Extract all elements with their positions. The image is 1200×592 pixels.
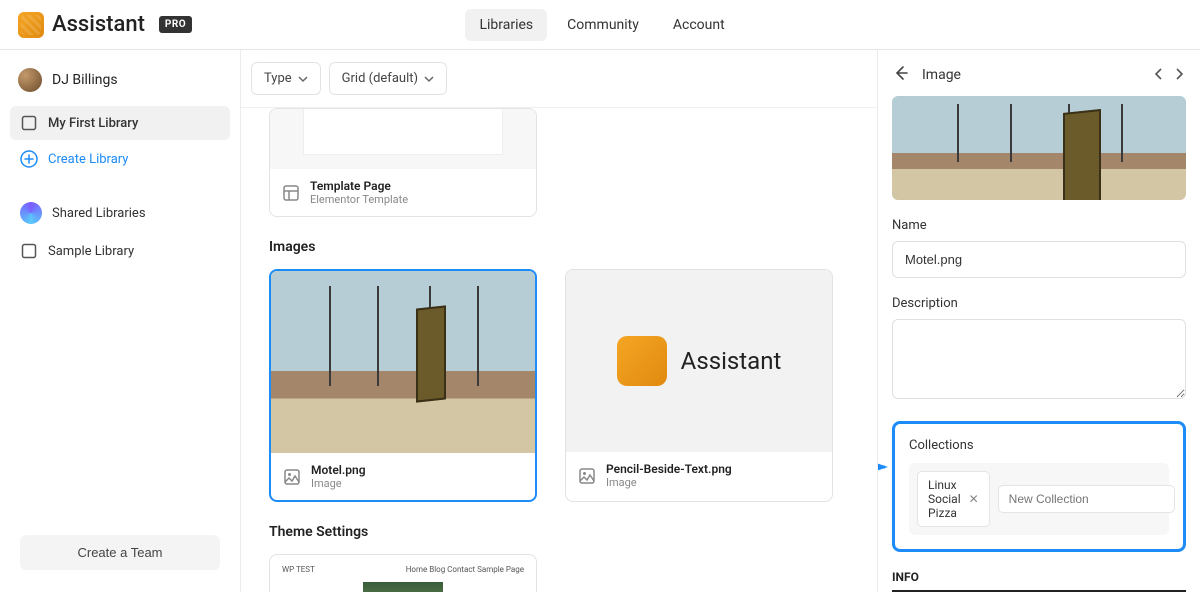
- image-logo-text: Assistant: [681, 347, 782, 375]
- dropdown-label: Grid (default): [342, 71, 418, 86]
- sidebar-item-create-library[interactable]: Create Library: [10, 142, 230, 176]
- details-breadcrumb: Image: [922, 67, 1140, 83]
- library-icon: [20, 114, 38, 132]
- sidebar-item-label: My First Library: [48, 116, 138, 131]
- template-card[interactable]: Template Page Elementor Template: [269, 108, 537, 217]
- collections-label: Collections: [909, 438, 1169, 453]
- new-collection-input[interactable]: [998, 485, 1175, 513]
- details-preview: [892, 96, 1186, 200]
- nav-account[interactable]: Account: [659, 9, 739, 41]
- image-thumb: Assistant: [566, 270, 832, 452]
- prev-button[interactable]: [1152, 66, 1166, 85]
- shared-icon: [20, 202, 42, 224]
- back-button[interactable]: [892, 64, 910, 86]
- chevron-down-icon: [298, 74, 308, 84]
- chevron-down-icon: [424, 74, 434, 84]
- create-team-button[interactable]: Create a Team: [20, 535, 220, 570]
- pro-badge: PRO: [159, 16, 192, 33]
- dropdown-label: Type: [264, 71, 292, 86]
- theme-site-name: WP TEST: [282, 565, 315, 574]
- user-row[interactable]: DJ Billings: [10, 62, 230, 98]
- layout-icon: [282, 184, 300, 202]
- library-icon: [20, 242, 38, 260]
- template-sub: Elementor Template: [310, 193, 408, 206]
- sidebar-item-sample-library[interactable]: Sample Library: [10, 234, 230, 268]
- image-sub: Image: [606, 476, 732, 489]
- avatar: [18, 68, 42, 92]
- collections-chips: Linux Social Pizza ✕: [909, 463, 1169, 535]
- sidebar-item-label: Sample Library: [48, 244, 134, 259]
- collections-highlight: Collections Linux Social Pizza ✕: [892, 421, 1186, 552]
- info-tab[interactable]: INFO: [892, 570, 1186, 592]
- theme-preview: WP TEST Home Blog Contact Sample Page: [269, 554, 537, 592]
- nav-libraries[interactable]: Libraries: [465, 9, 547, 41]
- sidebar-item-my-first-library[interactable]: My First Library: [10, 106, 230, 140]
- chip-remove[interactable]: ✕: [969, 492, 979, 506]
- type-dropdown[interactable]: Type: [251, 62, 321, 95]
- image-icon: [578, 467, 596, 485]
- image-thumb: [271, 271, 535, 453]
- logo-icon: [18, 12, 44, 38]
- image-sub: Image: [311, 477, 366, 490]
- image-card-assistant[interactable]: Assistant Pencil-Beside-Text.png Image: [565, 269, 833, 502]
- sidebar-item-label: Create Library: [48, 152, 128, 167]
- arrow-callout: [877, 452, 895, 482]
- template-title: Template Page: [310, 179, 408, 193]
- sidebar-item-shared-libraries[interactable]: Shared Libraries: [10, 194, 230, 232]
- chevron-left-icon: [1152, 67, 1166, 81]
- template-preview: [270, 109, 536, 169]
- chevron-right-icon: [1172, 67, 1186, 81]
- collection-chip: Linux Social Pizza ✕: [917, 471, 990, 527]
- image-card-motel[interactable]: Motel.png Image: [269, 269, 537, 502]
- next-button[interactable]: [1172, 66, 1186, 85]
- add-icon: [20, 150, 38, 168]
- sidebar-item-label: Shared Libraries: [52, 206, 146, 221]
- name-label: Name: [892, 218, 1186, 233]
- user-name: DJ Billings: [52, 72, 118, 88]
- image-icon: [283, 468, 301, 486]
- logo: Assistant PRO: [18, 12, 192, 38]
- description-label: Description: [892, 296, 1186, 311]
- section-heading-theme: Theme Settings: [269, 524, 849, 540]
- chip-label: Linux Social Pizza: [928, 478, 961, 520]
- logo-text: Assistant: [52, 12, 145, 37]
- image-title: Pencil-Beside-Text.png: [606, 462, 732, 476]
- section-heading-images: Images: [269, 239, 849, 255]
- nav-community[interactable]: Community: [553, 9, 653, 41]
- theme-card[interactable]: WP TEST Home Blog Contact Sample Page: [269, 554, 537, 592]
- view-dropdown[interactable]: Grid (default): [329, 62, 447, 95]
- theme-menu: Home Blog Contact Sample Page: [406, 565, 524, 574]
- description-input[interactable]: [892, 319, 1186, 399]
- arrow-left-icon: [892, 64, 910, 82]
- name-input[interactable]: [892, 241, 1186, 278]
- image-title: Motel.png: [311, 463, 366, 477]
